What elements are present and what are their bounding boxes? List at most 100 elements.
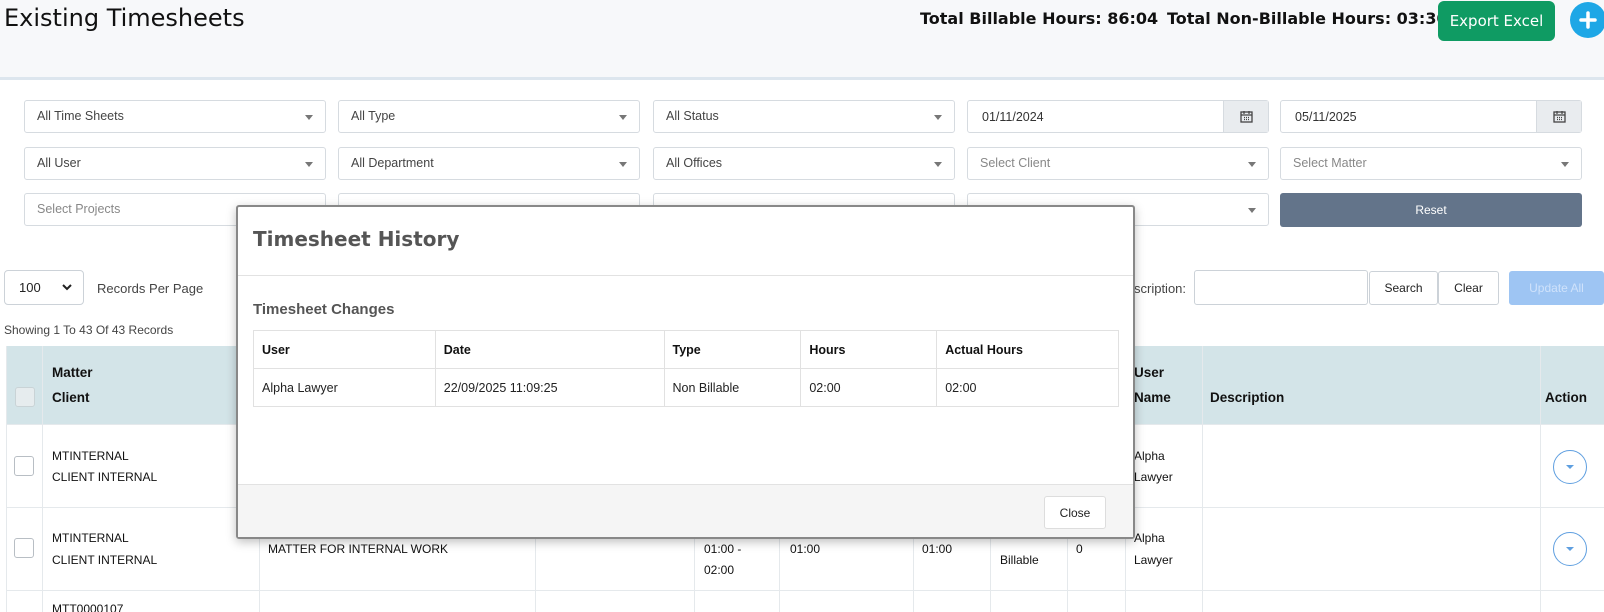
row-user-last: Lawyer xyxy=(1134,470,1173,484)
col-divider xyxy=(42,346,43,612)
history-col-user: User xyxy=(253,330,436,369)
type-filter[interactable]: All Type xyxy=(338,100,640,133)
history-col-hours: Hours xyxy=(800,330,938,369)
modal-subtitle: Timesheet Changes xyxy=(253,301,395,318)
history-actual-hours: 02:00 xyxy=(936,368,1119,407)
offices-filter-value: All Offices xyxy=(666,156,723,170)
col-divider xyxy=(1540,346,1541,612)
date-to-value: 05/11/2025 xyxy=(1295,110,1357,124)
clear-button[interactable]: Clear xyxy=(1438,271,1499,305)
row-zero: 0 xyxy=(1076,542,1083,556)
row-actual-hours: 01:00 xyxy=(922,542,953,556)
records-per-page-select[interactable]: 100 xyxy=(4,270,84,305)
timesheets-filter[interactable]: All Time Sheets xyxy=(24,100,326,133)
date-to-field[interactable]: 05/11/2025 xyxy=(1280,100,1582,133)
type-filter-value: All Type xyxy=(351,109,396,123)
records-count: Showing 1 To 43 Of 43 Records xyxy=(4,323,174,337)
history-hours: 02:00 xyxy=(800,368,938,407)
update-all-button[interactable]: Update All xyxy=(1509,271,1604,305)
modal-divider xyxy=(238,275,1133,276)
timesheet-history-modal: Timesheet History Timesheet Changes User… xyxy=(236,205,1135,539)
row-user-first: Alpha xyxy=(1134,531,1165,545)
row-action-button[interactable] xyxy=(1553,532,1587,566)
modal-footer: Close xyxy=(238,484,1133,537)
user-filter[interactable]: All User xyxy=(24,147,326,180)
department-filter[interactable]: All Department xyxy=(338,147,640,180)
select-all-checkbox[interactable] xyxy=(15,387,35,407)
timesheets-filter-value: All Time Sheets xyxy=(37,109,124,123)
row-user-last: Lawyer xyxy=(1134,553,1173,567)
status-filter-value: All Status xyxy=(666,109,719,123)
client-select-placeholder: Select Client xyxy=(980,156,1051,170)
chevron-down-icon xyxy=(619,162,627,167)
header-name: Name xyxy=(1134,390,1171,405)
history-user: Alpha Lawyer xyxy=(253,368,436,407)
row-matter: MTINTERNAL xyxy=(52,531,129,545)
chevron-down-icon xyxy=(62,284,72,291)
header-user: User xyxy=(1134,365,1165,380)
history-col-actual-hours: Actual Hours xyxy=(936,330,1119,369)
row-time-range-end: 02:00 xyxy=(704,563,735,577)
row-client: CLIENT INTERNAL xyxy=(52,470,158,484)
header-description: Description xyxy=(1210,390,1285,405)
page-header: Existing Timesheets Total Billable Hours… xyxy=(0,0,1604,80)
header-client: Client xyxy=(52,390,90,405)
projects-select-placeholder: Select Projects xyxy=(37,202,121,216)
row-matter-description: MATTER FOR INTERNAL WORK xyxy=(268,542,448,556)
col-divider xyxy=(6,346,7,612)
row-user-first: Alpha xyxy=(1134,449,1165,463)
row-divider xyxy=(6,590,1604,591)
row-matter: MTINTERNAL xyxy=(52,449,129,463)
offices-filter[interactable]: All Offices xyxy=(653,147,955,180)
chevron-down-icon xyxy=(305,162,313,167)
date-from-field[interactable]: 01/11/2024 xyxy=(967,100,1269,133)
history-col-type: Type xyxy=(663,330,802,369)
row-checkbox[interactable] xyxy=(14,456,34,476)
row-client: CLIENT INTERNAL xyxy=(52,553,158,567)
department-filter-value: All Department xyxy=(351,156,434,170)
matter-select-placeholder: Select Matter xyxy=(1293,156,1367,170)
description-search-input[interactable] xyxy=(1194,270,1368,305)
plus-circle-icon xyxy=(1579,11,1597,29)
chevron-down-icon xyxy=(619,115,627,120)
date-from-value: 01/11/2024 xyxy=(982,110,1044,124)
modal-title: Timesheet History xyxy=(253,227,460,251)
history-header-row: User Date Type Hours Actual Hours xyxy=(253,330,1119,369)
history-table: User Date Type Hours Actual Hours Alpha … xyxy=(253,330,1119,407)
calendar-icon[interactable] xyxy=(1223,101,1268,132)
chevron-down-icon xyxy=(1566,547,1574,551)
records-per-page-label: Records Per Page xyxy=(97,281,204,296)
add-timesheet-button[interactable] xyxy=(1570,2,1604,38)
export-excel-button[interactable]: Export Excel xyxy=(1438,1,1555,41)
chevron-down-icon xyxy=(934,162,942,167)
history-col-date: Date xyxy=(434,330,665,369)
chevron-down-icon xyxy=(1248,208,1256,213)
matter-select[interactable]: Select Matter xyxy=(1280,147,1582,180)
status-filter[interactable]: All Status xyxy=(653,100,955,133)
close-button[interactable]: Close xyxy=(1044,496,1106,529)
description-label: scription: xyxy=(1134,281,1187,296)
search-button[interactable]: Search xyxy=(1369,271,1438,305)
row-time-range-start: 01:00 - xyxy=(704,542,742,556)
row-matter: MTT0000107 xyxy=(52,602,124,612)
row-type: Billable xyxy=(1000,553,1039,567)
chevron-down-icon xyxy=(305,115,313,120)
chevron-down-icon xyxy=(934,115,942,120)
col-divider xyxy=(1202,346,1203,612)
header-action: Action xyxy=(1545,390,1587,405)
row-action-button[interactable] xyxy=(1553,450,1587,484)
header-matter: Matter xyxy=(52,365,93,380)
client-select[interactable]: Select Client xyxy=(967,147,1269,180)
chevron-down-icon xyxy=(1561,162,1569,167)
reset-button[interactable]: Reset xyxy=(1280,193,1582,227)
row-hours: 01:00 xyxy=(790,542,821,556)
user-filter-value: All User xyxy=(37,156,81,170)
history-row: Alpha Lawyer 22/09/2025 11:09:25 Non Bil… xyxy=(253,368,1119,407)
total-billable-hours: Total Billable Hours: 86:04 xyxy=(920,9,1159,28)
row-checkbox[interactable] xyxy=(14,538,34,558)
page-title: Existing Timesheets xyxy=(4,4,245,32)
total-non-billable-hours: Total Non-Billable Hours: 03:30 xyxy=(1167,9,1448,28)
history-date: 22/09/2025 11:09:25 xyxy=(434,368,665,407)
calendar-icon[interactable] xyxy=(1536,101,1581,132)
history-type: Non Billable xyxy=(663,368,802,407)
